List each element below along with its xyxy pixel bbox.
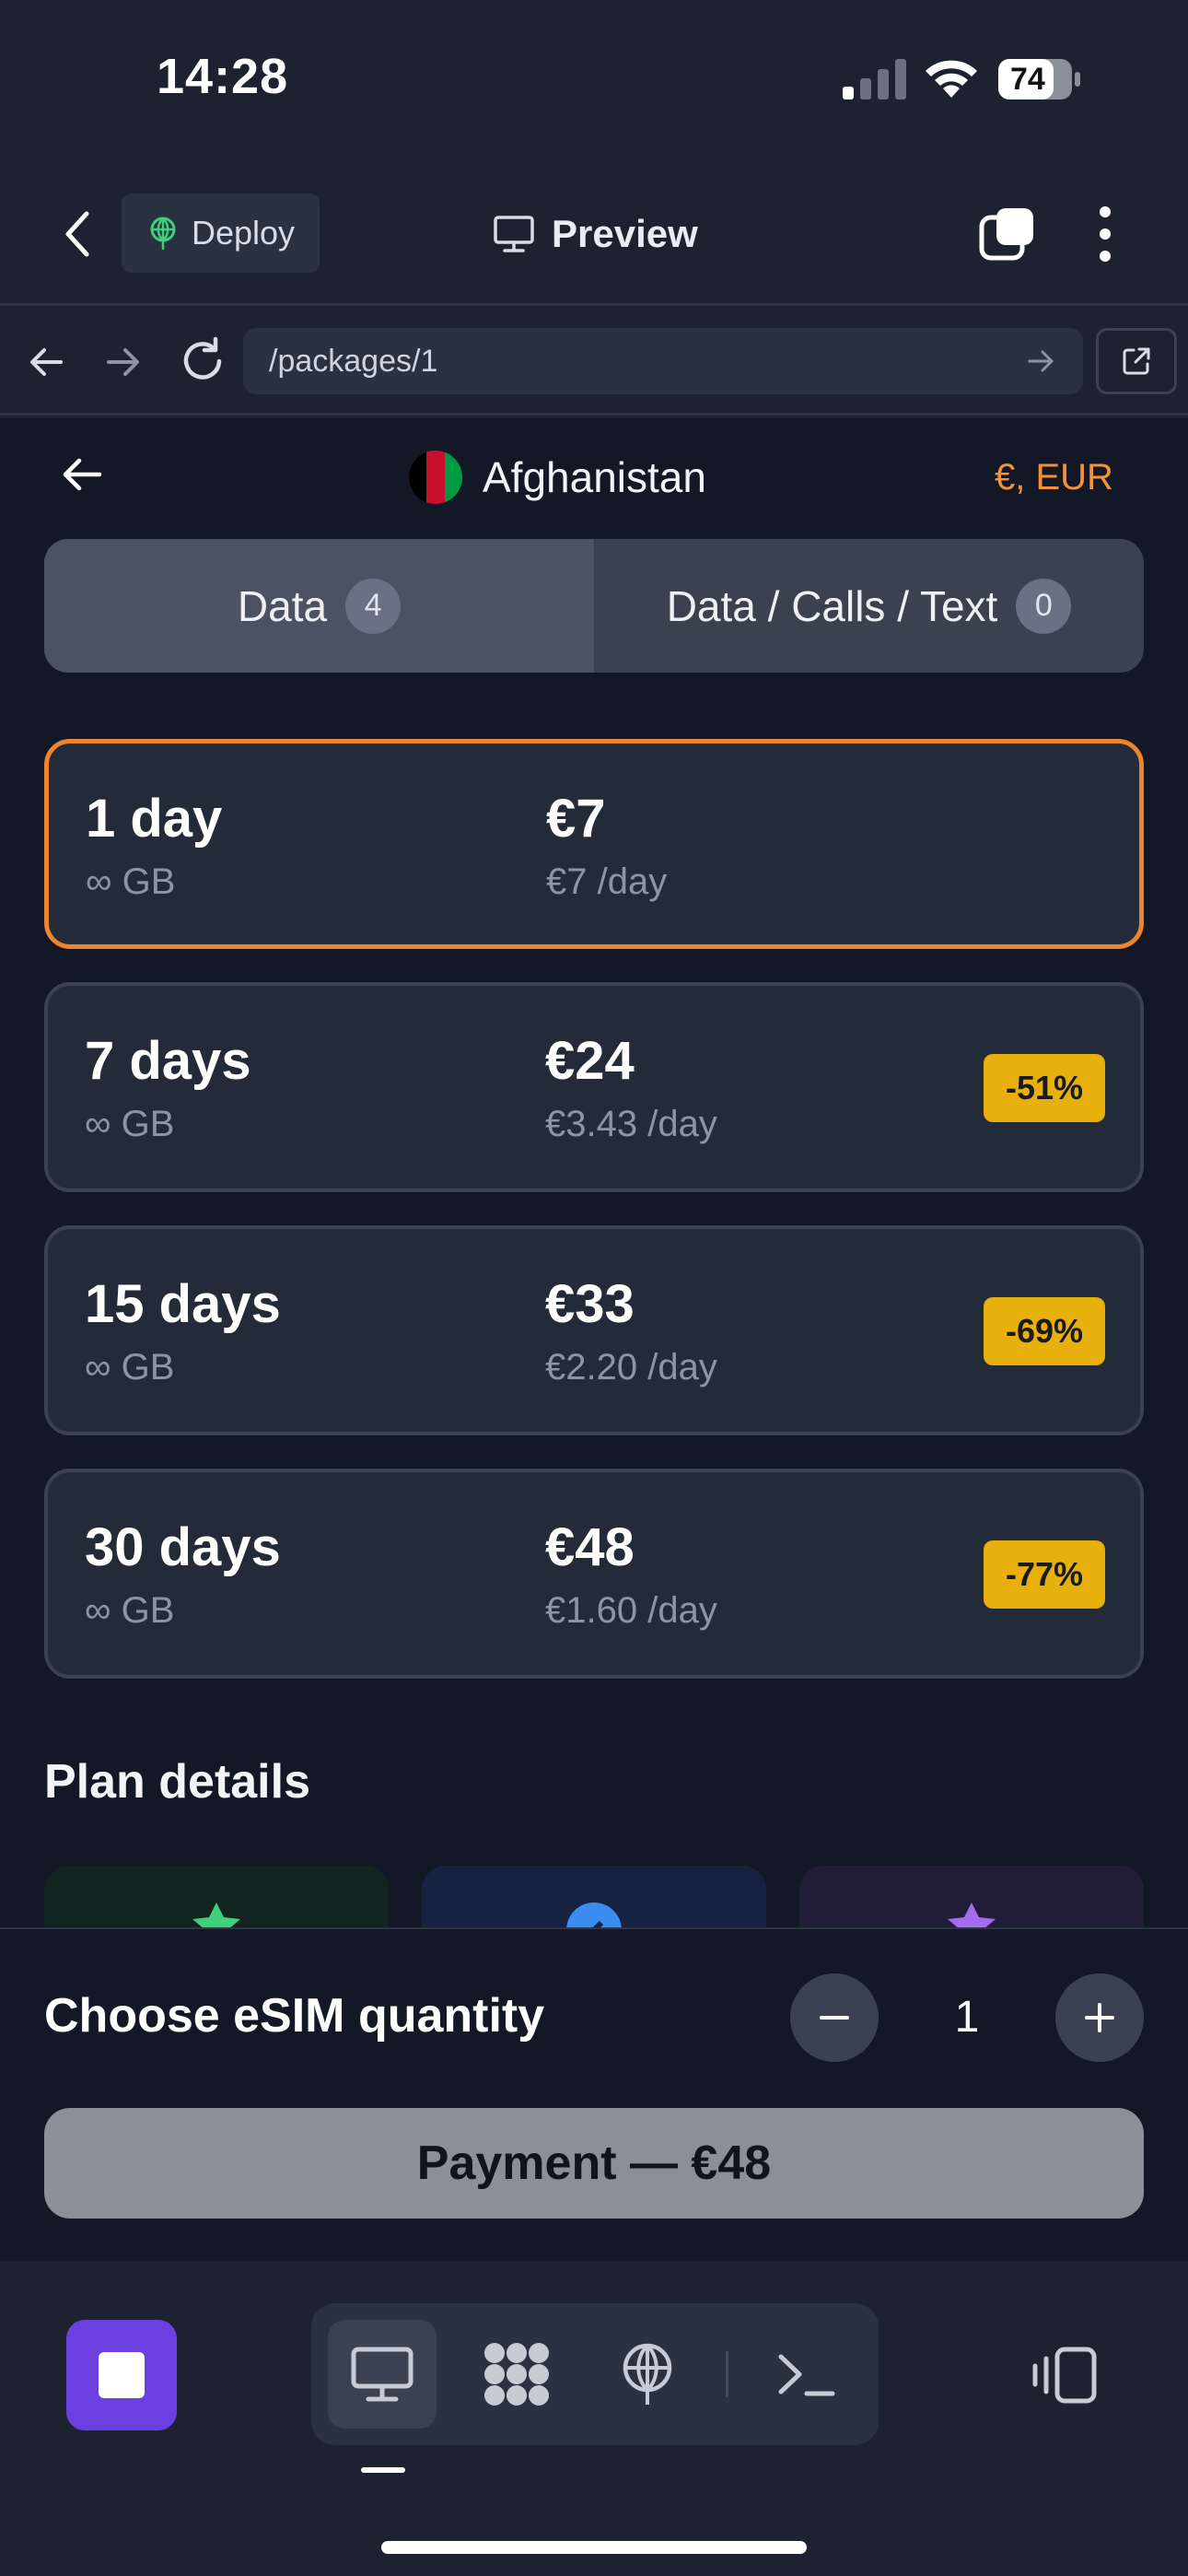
package-data: ∞ GB [85,1347,175,1388]
package-per-day: €7 /day [546,861,668,902]
package-card[interactable]: 1 day ∞ GB €7 €7 /day [44,739,1144,949]
go-arrow-icon[interactable] [1024,345,1057,378]
deploy-button[interactable]: Deploy [122,193,320,273]
open-external-button[interactable] [1096,328,1177,394]
canvas-tool-button[interactable] [462,2320,571,2429]
home-indicator [381,2541,807,2554]
plan-detail-tile[interactable] [44,1866,389,1930]
reload-icon[interactable] [177,335,228,387]
package-per-day: €1.60 /day [545,1590,717,1631]
globe-rocket-icon [150,217,176,250]
package-duration: 15 days [85,1274,281,1334]
package-card[interactable]: 7 days ∞ GB €24 €3.43 /day -51% [44,982,1144,1192]
url-text: /packages/1 [269,343,438,379]
quantity-label: Choose eSIM quantity [44,1989,545,2043]
package-price: €48 [545,1517,635,1577]
package-card[interactable]: 15 days ∞ GB €33 €2.20 /day -69% [44,1225,1144,1435]
active-tool-indicator [361,2467,405,2473]
device-toggle-icon[interactable] [1030,2346,1103,2405]
package-price: €7 [546,789,606,849]
nodes-icon [484,2343,549,2406]
afghanistan-flag-icon [409,451,462,504]
package-data: ∞ GB [86,861,176,902]
chevron-left-icon[interactable] [55,206,101,262]
package-data: ∞ GB [85,1104,175,1144]
tab-label: Data / Calls / Text [666,581,998,630]
arrow-left-icon[interactable] [59,451,105,498]
compass-icon [566,1903,622,1930]
package-price: €24 [545,1031,635,1091]
plan-details-heading: Plan details [44,1755,310,1809]
package-duration: 30 days [85,1517,281,1577]
battery-level: 74 [1010,62,1045,97]
package-per-day: €2.20 /day [545,1347,717,1388]
package-price: €33 [545,1274,635,1334]
terminal-icon [778,2354,835,2396]
discount-badge: -51% [983,1054,1105,1122]
country-name: Afghanistan [483,453,706,501]
preview-title[interactable]: Preview [493,205,698,263]
package-duration: 7 days [85,1031,251,1091]
battery-icon: 74 [997,58,1082,100]
arrow-left-icon[interactable] [24,339,70,385]
globe-icon [623,2343,672,2405]
plan-type-tabs: Data 4 Data / Calls / Text 0 [44,539,1144,673]
sparkle-icon [948,1903,996,1930]
decrease-quantity-button[interactable] [790,1973,879,2062]
deploy-label: Deploy [192,214,296,252]
arrow-right-icon[interactable] [99,339,146,385]
discount-badge: -77% [983,1540,1105,1609]
stop-icon [99,2352,145,2398]
monitor-icon [351,2347,413,2402]
tab-count-badge: 0 [1016,578,1072,634]
stop-button[interactable] [66,2320,177,2430]
tab-data-calls-text[interactable]: Data / Calls / Text 0 [594,539,1144,673]
more-vertical-icon[interactable] [1094,205,1116,263]
quantity-value: 1 [954,1993,980,2042]
payment-button[interactable]: Payment — €48 [44,2108,1144,2219]
star-icon [192,1903,240,1930]
plan-detail-tile[interactable] [799,1866,1144,1930]
wifi-icon [926,60,977,98]
preview-label: Preview [552,212,698,255]
country-title: Afghanistan [409,450,706,505]
view-switcher [311,2303,879,2445]
tabs-icon[interactable] [978,205,1037,263]
discount-badge: -69% [983,1297,1105,1365]
external-link-icon [1123,347,1150,375]
package-card[interactable]: 30 days ∞ GB €48 €1.60 /day -77% [44,1469,1144,1679]
console-tool-button[interactable] [751,2320,860,2429]
minus-icon [820,2016,849,2020]
increase-quantity-button[interactable] [1055,1973,1144,2062]
plus-icon [1085,2003,1114,2032]
signal-icon [843,59,906,100]
package-data: ∞ GB [85,1590,175,1631]
tab-label: Data [237,581,328,630]
monitor-icon [494,216,534,252]
url-field[interactable]: /packages/1 [243,328,1083,394]
status-time: 14:28 [157,49,289,104]
tab-data[interactable]: Data 4 [44,539,594,673]
deploy-tool-button[interactable] [593,2320,702,2429]
package-per-day: €3.43 /day [545,1104,717,1144]
plan-detail-tile[interactable] [422,1866,766,1930]
currency-selector[interactable]: €, EUR [995,457,1113,498]
tab-count-badge: 4 [345,578,402,634]
preview-tool-button[interactable] [328,2320,437,2429]
toolbar-divider [726,2351,728,2397]
package-duration: 1 day [86,789,223,849]
